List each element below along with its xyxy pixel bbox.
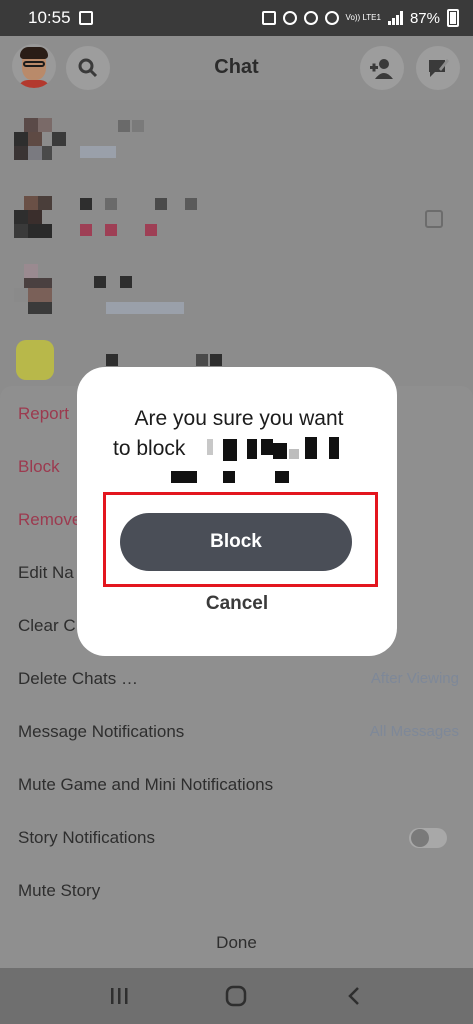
done-button[interactable]: Done — [0, 933, 473, 953]
message-notifications-value: All Messages — [369, 723, 459, 740]
block-confirmation-dialog: Are you sure you want to block Block Can… — [77, 367, 397, 656]
story-notifications-toggle[interactable] — [409, 828, 447, 848]
alarm-icon — [261, 11, 276, 25]
location-icon — [303, 11, 318, 25]
block-item[interactable]: Block — [18, 457, 60, 477]
clear-chat-item[interactable]: Clear C — [18, 616, 76, 636]
chat-icon[interactable] — [425, 210, 443, 228]
home-button[interactable] — [224, 984, 248, 1008]
chat-list — [0, 100, 473, 390]
navigation-bar — [0, 968, 473, 1024]
battery-icon — [447, 9, 459, 27]
message-notifications-item[interactable]: Message Notifications — [18, 722, 184, 742]
delete-chats-item[interactable]: Delete Chats … — [18, 669, 138, 689]
recent-apps-button[interactable] — [107, 984, 131, 1008]
wifi-icon — [324, 11, 339, 25]
new-chat-button[interactable] — [416, 46, 460, 90]
dialog-title-line1: Are you sure you want — [134, 407, 344, 430]
story-notifications-item[interactable]: Story Notifications — [18, 828, 155, 848]
network-label: Vo)) LTE1 — [345, 13, 381, 22]
battery-percent: 87% — [409, 9, 440, 27]
mute-game-notifications-item[interactable]: Mute Game and Mini Notifications — [18, 775, 273, 795]
status-bar: 10:55 Vo)) LTE1 87% — [0, 0, 473, 36]
edit-name-item[interactable]: Edit Na — [18, 563, 74, 583]
confirm-block-button[interactable]: Block — [120, 513, 352, 571]
list-item[interactable] — [0, 188, 473, 258]
back-icon — [348, 987, 360, 1005]
recent-apps-icon — [110, 988, 128, 1004]
delete-chats-value: After Viewing — [370, 670, 459, 687]
report-item[interactable]: Report — [18, 404, 69, 424]
cancel-button[interactable]: Cancel — [77, 593, 397, 615]
mute-icon — [282, 11, 297, 25]
home-icon — [226, 985, 247, 1007]
gallery-icon — [78, 11, 93, 25]
signal-icon — [387, 11, 403, 25]
status-time: 10:55 — [28, 8, 71, 27]
list-item[interactable] — [0, 110, 473, 180]
new-chat-icon — [429, 59, 449, 77]
chat-header: Chat — [0, 36, 473, 100]
add-friend-icon — [370, 59, 393, 79]
back-button[interactable] — [342, 984, 366, 1008]
add-friend-button[interactable] — [360, 46, 404, 90]
mute-story-item[interactable]: Mute Story — [18, 881, 100, 901]
dialog-title: Are you sure you want to block — [77, 404, 397, 464]
remove-item[interactable]: Remove — [18, 510, 81, 530]
list-item[interactable] — [0, 260, 473, 330]
